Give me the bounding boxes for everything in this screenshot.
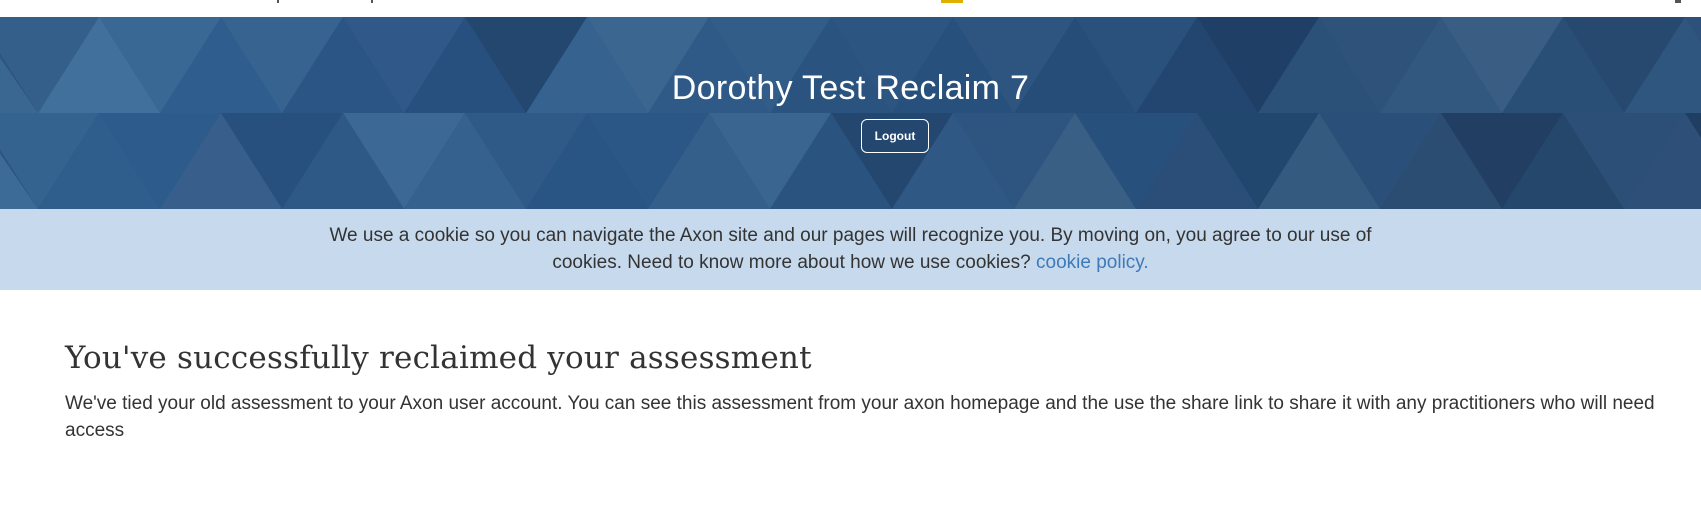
- hero-banner: Dorothy Test Reclaim 7 Logout: [0, 17, 1701, 209]
- success-heading: You've successfully reclaimed your asses…: [65, 340, 812, 376]
- main-content: You've successfully reclaimed your asses…: [65, 340, 1665, 444]
- cookie-message: We use a cookie so you can navigate the …: [300, 222, 1401, 276]
- triangle-pattern-background: [0, 17, 1701, 209]
- page-title: Dorothy Test Reclaim 7: [671, 69, 1030, 107]
- cookie-banner: We use a cookie so you can navigate the …: [0, 209, 1701, 290]
- browser-top-strip: [0, 0, 1701, 17]
- top-strip-bookmark-icon: [941, 0, 963, 3]
- top-strip-mark: [1675, 0, 1681, 3]
- success-description: We've tied your old assessment to your A…: [65, 393, 1655, 441]
- top-strip-mark: [371, 0, 373, 3]
- logout-button[interactable]: Logout: [861, 119, 929, 153]
- top-strip-mark: [277, 0, 279, 3]
- cookie-policy-link[interactable]: cookie policy.: [1036, 252, 1149, 273]
- cookie-message-text: We use a cookie so you can navigate the …: [329, 225, 1372, 273]
